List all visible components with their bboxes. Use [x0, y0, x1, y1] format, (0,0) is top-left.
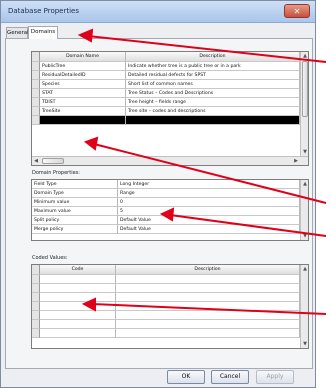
annotation-arrow-icon [93, 143, 327, 204]
tab-domains[interactable]: Domains [28, 26, 58, 39]
annotation-arrow-icon [169, 214, 327, 237]
annotation-arrow-icon [91, 303, 327, 315]
annotation-arrow-icon [87, 35, 327, 63]
annotation-arrowhead-icon [83, 136, 99, 151]
annotation-arrowhead-icon [159, 207, 175, 222]
annotation-arrowhead-icon [77, 28, 94, 43]
annotation-arrowhead-icon [81, 297, 96, 312]
annotation-arrows [77, 28, 327, 315]
